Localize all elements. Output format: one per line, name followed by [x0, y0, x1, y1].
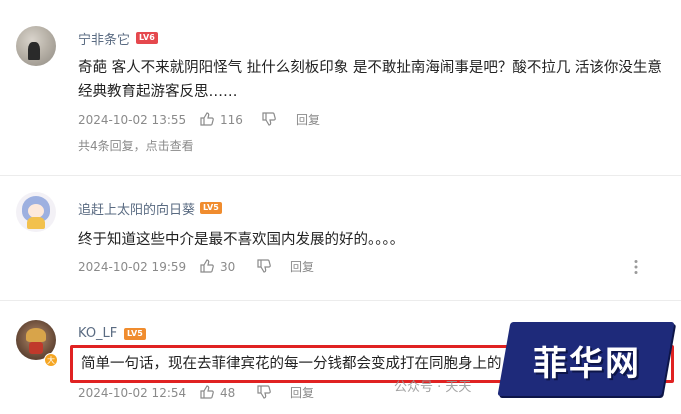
comment-text: 终于知道这些中介是最不喜欢国内发展的好的。。。。 — [78, 232, 405, 248]
comment-date: 2024-10-02 12:54 — [78, 386, 187, 400]
username[interactable]: 追赶上太阳的向日葵 — [78, 199, 195, 218]
verified-badge: 大 — [44, 353, 58, 367]
thumbs-down-icon[interactable] — [256, 258, 272, 274]
thumbs-down-icon[interactable] — [256, 384, 272, 400]
avatar[interactable] — [16, 192, 56, 232]
level-badge: LV6 — [136, 32, 158, 44]
avatar[interactable] — [16, 26, 56, 66]
divider — [0, 175, 681, 176]
thumbs-up-icon[interactable] — [199, 384, 215, 400]
comment-text: 简单一句话，现在去菲律宾花的每一分钱都会变成打在同胞身上的 — [81, 356, 502, 372]
level-badge: LV5 — [200, 202, 222, 214]
like-count: 116 — [220, 113, 243, 127]
comment-date: 2024-10-02 13:55 — [78, 113, 187, 127]
level-badge: LV5 — [124, 328, 146, 340]
reply-button[interactable]: 回复 — [296, 111, 320, 129]
like-count: 30 — [220, 260, 236, 274]
thumbs-down-icon[interactable] — [261, 111, 277, 127]
more-icon[interactable] — [627, 258, 645, 276]
site-logo-text: 菲华网 — [533, 344, 641, 384]
username[interactable]: KO_LF — [78, 326, 117, 341]
username[interactable]: 宁非条它 — [78, 29, 130, 48]
like-count: 48 — [220, 386, 236, 400]
thumbs-up-icon[interactable] — [199, 258, 215, 274]
comment-date: 2024-10-02 19:59 — [78, 260, 187, 274]
comment-text: 奇葩 客人不来就阴阳怪气 扯什么刻板印象 是不敢扯南海闹事是吧？酸不拉几 活该你… — [78, 60, 662, 100]
thumbs-up-icon[interactable] — [199, 111, 215, 127]
reply-button[interactable]: 回复 — [290, 258, 314, 276]
watermark: 公众号 · 天天 — [394, 380, 472, 395]
divider — [0, 300, 681, 301]
view-replies-link[interactable]: 共4条回复，点击查看 — [78, 137, 194, 154]
reply-button[interactable]: 回复 — [290, 384, 314, 402]
